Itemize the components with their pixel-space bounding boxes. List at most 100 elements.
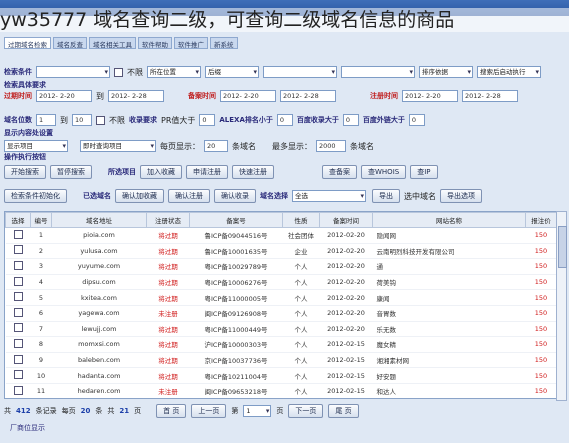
record-from-input[interactable]: 2012- 2-20 [220, 90, 276, 102]
row-domain[interactable]: hadanta.com [51, 367, 147, 384]
col-domain[interactable]: 域名地址 [51, 212, 147, 228]
row-checkbox[interactable] [13, 260, 23, 270]
col-price[interactable]: 报注价 [525, 212, 557, 228]
table-scrollbar[interactable] [556, 211, 567, 401]
row-checkbox[interactable] [13, 354, 23, 364]
row-checkbox[interactable] [13, 229, 23, 239]
tab-help[interactable]: 软件帮助 [138, 37, 172, 49]
start-search-button[interactable]: 开始搜索 [4, 165, 46, 179]
tab-reverse[interactable]: 域名反查 [53, 37, 87, 49]
query-whois-button[interactable]: 查WHOIS [361, 165, 407, 179]
col-site-name[interactable]: 网站名称 [372, 212, 526, 228]
reg-to-input[interactable]: 2012- 2-28 [462, 90, 518, 102]
quick-register-button[interactable]: 快速注册 [232, 165, 274, 179]
export-button[interactable]: 导出 [372, 189, 400, 203]
row-checkbox-cell[interactable] [5, 243, 31, 260]
per-page-input[interactable]: 20 [204, 140, 228, 152]
table-row[interactable]: 3 yuyume.com 将过期 粤ICP备10029789号 个人 2012-02-20… [5, 258, 557, 275]
row-domain[interactable]: dipsu.com [51, 274, 147, 291]
location-select[interactable]: 所在位置 [147, 66, 201, 78]
row-domain[interactable]: kxitea.com [51, 289, 147, 306]
not-limited-checkbox[interactable] [114, 67, 123, 77]
alexa-input[interactable]: 0 [276, 114, 293, 126]
col-record-time[interactable]: 备案时间 [319, 212, 373, 228]
table-row[interactable]: 10 hadanta.com 将过期 粤ICP备10211004号 个人 2012-02-… [5, 367, 557, 384]
row-checkbox-cell[interactable] [5, 336, 31, 353]
table-row[interactable]: 11 hedaren.com 未注册 闽ICP备09653218号 个人 2012-02-… [5, 383, 557, 398]
table-row[interactable]: 2 yulusa.com 将过期 鲁ICP备10001635号 企业 2012-02-20… [5, 243, 557, 260]
table-row[interactable]: 5 kxitea.com 将过期 粤ICP备11000005号 个人 2012-02-20… [5, 289, 557, 306]
confirm-favorite-button[interactable]: 确认加收藏 [115, 189, 164, 203]
domain-select-dropdown[interactable]: 全选 [292, 190, 366, 202]
row-domain[interactable]: lewujj.com [51, 321, 147, 338]
length-unlimited-checkbox[interactable] [96, 115, 105, 125]
reg-from-input[interactable]: 2012- 2-20 [402, 90, 458, 102]
auto-run-select[interactable]: 搜索后启动执行 [477, 66, 541, 78]
col-select[interactable]: 选择 [5, 212, 31, 228]
col-nature[interactable]: 性质 [282, 212, 320, 228]
col-number[interactable]: 编号 [30, 212, 52, 228]
row-domain[interactable]: baleben.com [51, 352, 147, 369]
table-row[interactable]: 8 momxsi.com 将过期 沪ICP备10000303号 个人 2012-02-15… [5, 336, 557, 353]
row-domain[interactable]: yuyume.com [51, 258, 147, 275]
row-checkbox[interactable] [13, 276, 23, 286]
add-favorite-button[interactable]: 加入收藏 [140, 165, 182, 179]
tab-expired-search[interactable]: 过期域名检索 [4, 37, 51, 49]
row-domain[interactable]: momxsi.com [51, 336, 147, 353]
record-select[interactable] [341, 66, 415, 78]
last-page-button[interactable]: 尾 页 [328, 404, 359, 418]
col-record-no[interactable]: 备案号 [189, 212, 283, 228]
col-status[interactable]: 注册状态 [146, 212, 190, 228]
row-checkbox[interactable] [13, 385, 23, 395]
row-checkbox[interactable] [13, 338, 23, 348]
confirm-index-button[interactable]: 确认收录 [214, 189, 256, 203]
length-from-input[interactable]: 1 [36, 114, 56, 126]
confirm-register-button[interactable]: 确认注册 [168, 189, 210, 203]
status-select[interactable] [263, 66, 337, 78]
apply-register-button[interactable]: 申请注册 [186, 165, 228, 179]
table-row[interactable]: 7 lewujj.com 将过期 粤ICP备11000449号 个人 2012-02-20… [5, 321, 557, 338]
reset-filter-button[interactable]: 检索条件初始化 [4, 189, 67, 203]
suffix-select[interactable]: 后缀 [205, 66, 259, 78]
filter-select-1[interactable] [36, 66, 110, 78]
tab-tools[interactable]: 域名相关工具 [89, 37, 136, 49]
show-items-select[interactable]: 显示项目 [4, 140, 68, 152]
first-page-button[interactable]: 首 页 [156, 404, 187, 418]
table-row[interactable]: 6 yagewa.com 未注册 闽ICP备09126908号 个人 2012-02-20… [5, 305, 557, 322]
row-checkbox[interactable] [13, 292, 23, 302]
row-checkbox[interactable] [13, 370, 23, 380]
row-checkbox-cell[interactable] [5, 367, 31, 384]
pause-search-button[interactable]: 暂停搜索 [50, 165, 92, 179]
baidu-out-input[interactable]: 0 [408, 114, 425, 126]
table-row[interactable]: 9 baleben.com 将过期 京ICP备10037736号 个人 2012-02-1… [5, 352, 557, 369]
next-page-button[interactable]: 下一页 [288, 404, 324, 418]
row-domain[interactable]: hedaren.com [51, 383, 147, 398]
row-checkbox-cell[interactable] [5, 383, 31, 398]
instant-query-select[interactable]: 即时查询项目 [80, 140, 156, 152]
length-to-input[interactable]: 10 [72, 114, 92, 126]
page-select[interactable]: 1 [243, 405, 272, 417]
baidu-input[interactable]: 0 [342, 114, 359, 126]
row-checkbox[interactable] [13, 323, 23, 333]
row-checkbox-cell[interactable] [5, 258, 31, 275]
query-ip-button[interactable]: 查IP [410, 165, 438, 179]
row-checkbox[interactable] [13, 245, 23, 255]
export-options-button[interactable]: 导出选项 [440, 189, 482, 203]
expire-from-input[interactable]: 2012- 2-20 [36, 90, 92, 102]
row-checkbox-cell[interactable] [5, 352, 31, 369]
row-checkbox[interactable] [13, 307, 23, 317]
row-checkbox-cell[interactable] [5, 289, 31, 306]
row-domain[interactable]: pioia.com [51, 227, 147, 244]
record-to-input[interactable]: 2012- 2-28 [280, 90, 336, 102]
row-checkbox-cell[interactable] [5, 227, 31, 244]
query-record-button[interactable]: 查备案 [322, 165, 357, 179]
table-row[interactable]: 1 pioia.com 将过期 鲁ICP备09044516号 社会团体 2012-02-2… [5, 227, 557, 244]
table-row[interactable]: 4 dipsu.com 将过期 粤ICP备10006276号 个人 2012-02-20 荷… [5, 274, 557, 291]
expire-to-input[interactable]: 2012- 2-28 [108, 90, 164, 102]
prev-page-button[interactable]: 上一页 [191, 404, 227, 418]
row-domain[interactable]: yulusa.com [51, 243, 147, 260]
max-show-input[interactable]: 2000 [316, 140, 346, 152]
row-domain[interactable]: yagewa.com [51, 305, 147, 322]
sort-select[interactable]: 排序依据 [419, 66, 473, 78]
tab-promo[interactable]: 软件推广 [174, 37, 208, 49]
